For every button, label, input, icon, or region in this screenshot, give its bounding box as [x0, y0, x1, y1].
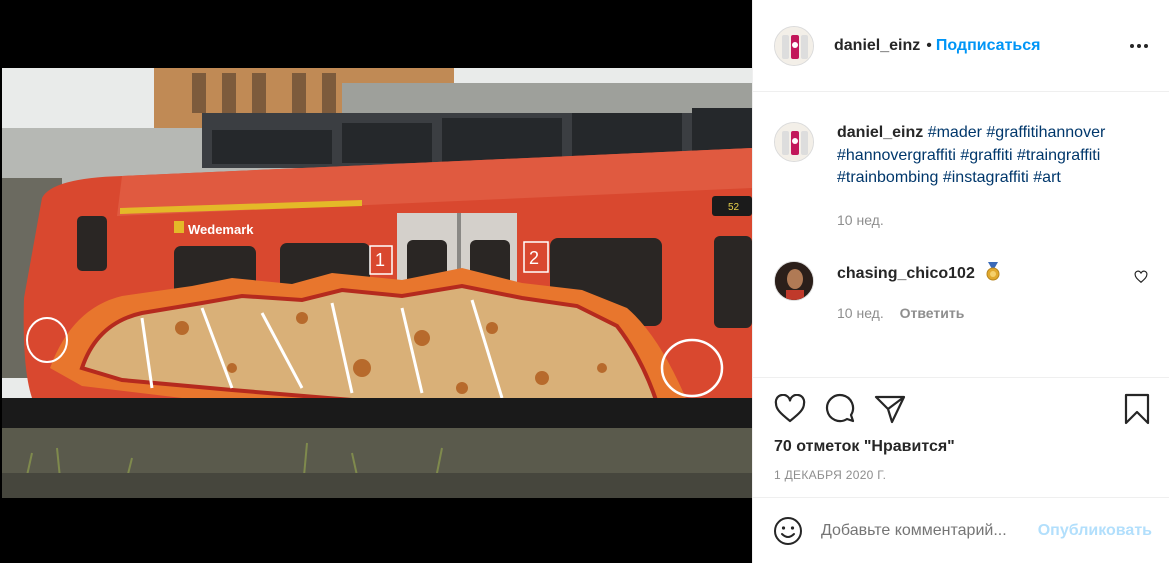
paper-plane-icon[interactable]: [874, 394, 906, 424]
caption-author[interactable]: daniel_einz: [837, 124, 923, 141]
caption-meta: 10 нед.: [837, 209, 1148, 232]
follow-button[interactable]: Подписаться: [936, 37, 1041, 55]
add-comment-bar: Опубликовать: [753, 497, 1169, 563]
commenter-username[interactable]: chasing_chico102: [837, 265, 975, 282]
bookmark-icon[interactable]: [1123, 393, 1151, 425]
caption-text: daniel_einz #mader #graffitihannover #ha…: [837, 122, 1148, 190]
reply-button[interactable]: Ответить: [900, 305, 965, 321]
door-number-1: 1: [375, 250, 385, 270]
publish-button[interactable]: Опубликовать: [1038, 522, 1152, 540]
comments-section: daniel_einz #mader #graffitihannover #ha…: [753, 92, 1169, 377]
train-label-text: Wedemark: [188, 222, 254, 237]
post-date[interactable]: 1 ДЕКАБРЯ 2020 Г.: [774, 468, 1148, 482]
comment-bubble-icon[interactable]: [824, 393, 856, 425]
medal-icon: [983, 261, 1003, 289]
comment-like-heart-icon[interactable]: [1134, 270, 1148, 289]
post-media: Wedemark 1 2 52: [0, 0, 752, 563]
heart-icon[interactable]: [774, 394, 806, 424]
commenter-avatar[interactable]: [774, 261, 814, 301]
action-bar: 70 отметок "Нравится" 1 ДЕКАБРЯ 2020 Г.: [753, 377, 1169, 497]
caption-age[interactable]: 10 нед.: [837, 212, 884, 228]
author-username[interactable]: daniel_einz: [834, 37, 920, 55]
comment-age[interactable]: 10 нед.: [837, 305, 884, 321]
caption-author-avatar[interactable]: [774, 122, 814, 162]
separator-dot: •: [926, 36, 932, 54]
post-details-panel: daniel_einz • Подписаться daniel_einz #m: [752, 0, 1169, 563]
post-header: daniel_einz • Подписаться: [753, 0, 1169, 92]
post-photo[interactable]: Wedemark 1 2 52: [2, 68, 752, 498]
more-options-icon[interactable]: [1130, 43, 1148, 48]
author-avatar[interactable]: [774, 25, 814, 66]
door-number-2: 2: [529, 248, 539, 268]
window-marker-text: 52: [728, 202, 740, 213]
comment-item: chasing_chico102 10 нед. Ответить: [774, 261, 1148, 325]
caption: daniel_einz #mader #graffitihannover #ha…: [774, 122, 1148, 231]
comment-meta: 10 нед. Ответить: [837, 301, 1148, 325]
likes-count[interactable]: 70 отметок "Нравится": [774, 438, 1148, 456]
comment-input[interactable]: [821, 521, 1038, 540]
smiley-icon[interactable]: [773, 516, 803, 546]
